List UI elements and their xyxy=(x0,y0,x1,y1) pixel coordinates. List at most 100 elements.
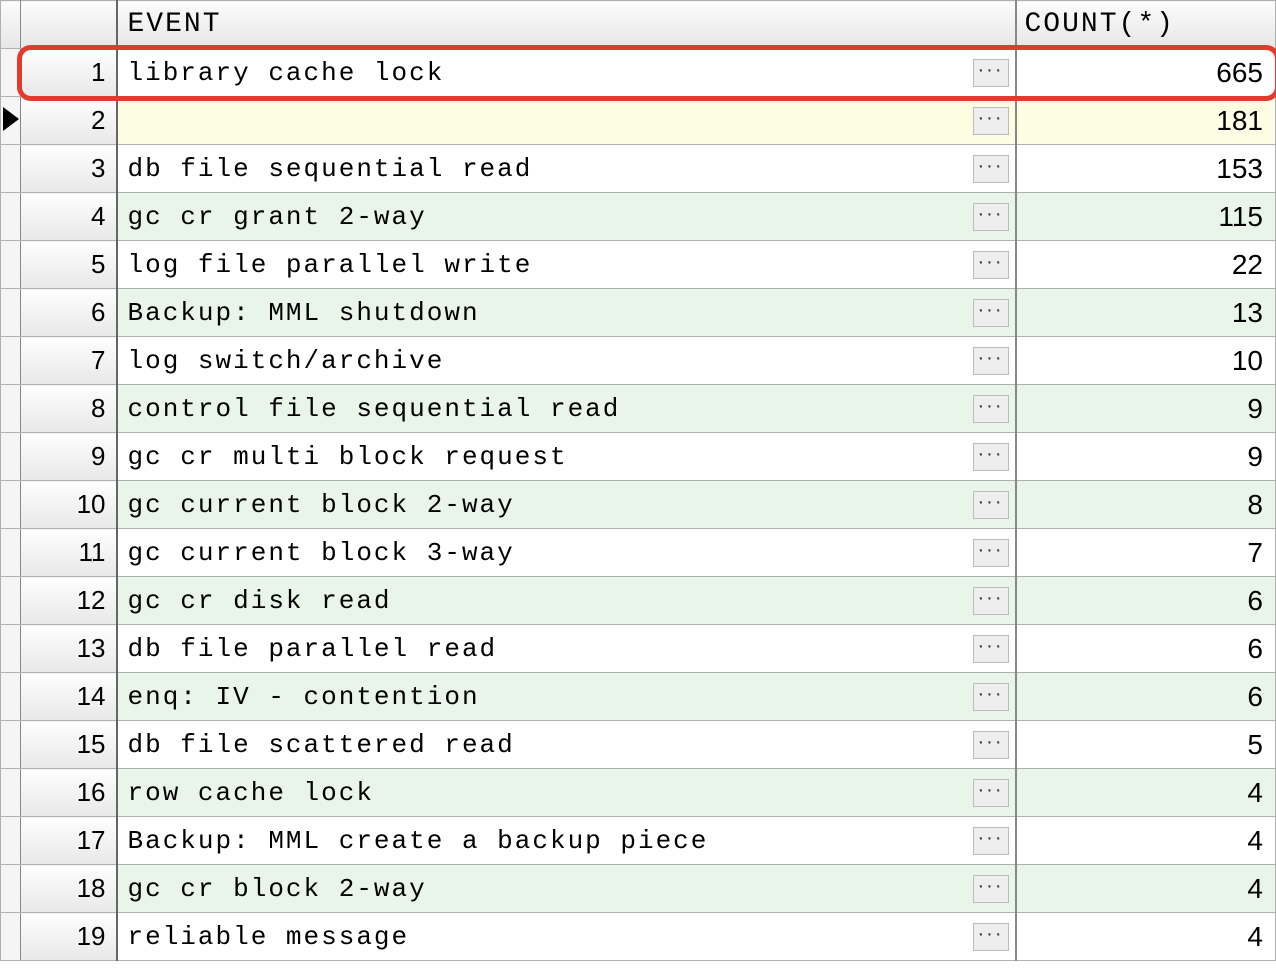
row-number-cell[interactable]: 6 xyxy=(21,289,117,337)
event-cell[interactable]: gc cr multi block request··· xyxy=(117,433,1016,481)
event-cell[interactable]: Backup: MML create a backup piece··· xyxy=(117,817,1016,865)
row-marker xyxy=(1,241,21,289)
table-row[interactable]: 2 ···181 xyxy=(1,97,1276,145)
cell-ellipsis-button[interactable]: ··· xyxy=(973,539,1009,567)
row-number-cell[interactable]: 18 xyxy=(21,865,117,913)
count-cell[interactable]: 9 xyxy=(1016,385,1276,433)
count-cell[interactable]: 5 xyxy=(1016,721,1276,769)
cell-ellipsis-button[interactable]: ··· xyxy=(973,299,1009,327)
column-header-count[interactable]: COUNT(*) xyxy=(1016,1,1276,49)
cell-ellipsis-button[interactable]: ··· xyxy=(973,59,1009,87)
cell-ellipsis-button[interactable]: ··· xyxy=(973,875,1009,903)
table-row[interactable]: 7log switch/archive···10 xyxy=(1,337,1276,385)
row-number-cell[interactable]: 4 xyxy=(21,193,117,241)
event-cell[interactable]: row cache lock··· xyxy=(117,769,1016,817)
cell-ellipsis-button[interactable]: ··· xyxy=(973,491,1009,519)
table-row[interactable]: 1library cache lock···665 xyxy=(1,49,1276,97)
table-row[interactable]: 12gc cr disk read···6 xyxy=(1,577,1276,625)
table-row[interactable]: 10gc current block 2-way···8 xyxy=(1,481,1276,529)
event-cell[interactable]: db file sequential read··· xyxy=(117,145,1016,193)
cell-ellipsis-button[interactable]: ··· xyxy=(973,155,1009,183)
cell-ellipsis-button[interactable]: ··· xyxy=(973,635,1009,663)
count-cell[interactable]: 4 xyxy=(1016,817,1276,865)
event-cell[interactable]: gc current block 2-way··· xyxy=(117,481,1016,529)
row-number-cell[interactable]: 14 xyxy=(21,673,117,721)
event-cell[interactable]: gc cr grant 2-way··· xyxy=(117,193,1016,241)
event-cell[interactable]: db file scattered read··· xyxy=(117,721,1016,769)
row-number-cell[interactable]: 13 xyxy=(21,625,117,673)
event-cell[interactable]: enq: IV - contention··· xyxy=(117,673,1016,721)
row-number-cell[interactable]: 3 xyxy=(21,145,117,193)
cell-ellipsis-button[interactable]: ··· xyxy=(973,587,1009,615)
row-number-cell[interactable]: 1 xyxy=(21,49,117,97)
row-number-cell[interactable]: 7 xyxy=(21,337,117,385)
row-number-cell[interactable]: 15 xyxy=(21,721,117,769)
row-number-cell[interactable]: 10 xyxy=(21,481,117,529)
table-row[interactable]: 13db file parallel read···6 xyxy=(1,625,1276,673)
row-number-cell[interactable]: 11 xyxy=(21,529,117,577)
count-cell[interactable]: 10 xyxy=(1016,337,1276,385)
row-number-cell[interactable]: 2 xyxy=(21,97,117,145)
count-cell[interactable]: 6 xyxy=(1016,577,1276,625)
count-cell[interactable]: 6 xyxy=(1016,673,1276,721)
count-cell[interactable]: 22 xyxy=(1016,241,1276,289)
table-row[interactable]: 6Backup: MML shutdown···13 xyxy=(1,289,1276,337)
event-cell[interactable]: control file sequential read··· xyxy=(117,385,1016,433)
table-row[interactable]: 15db file scattered read···5 xyxy=(1,721,1276,769)
count-cell[interactable]: 4 xyxy=(1016,865,1276,913)
count-cell[interactable]: 181 xyxy=(1016,97,1276,145)
cell-ellipsis-button[interactable]: ··· xyxy=(973,107,1009,135)
count-cell[interactable]: 9 xyxy=(1016,433,1276,481)
event-cell[interactable]: gc cr disk read··· xyxy=(117,577,1016,625)
table-row[interactable]: 5log file parallel write···22 xyxy=(1,241,1276,289)
cell-ellipsis-button[interactable]: ··· xyxy=(973,923,1009,951)
count-cell[interactable]: 4 xyxy=(1016,769,1276,817)
result-grid: EVENT COUNT(*) 1library cache lock···665… xyxy=(0,0,1276,961)
event-cell[interactable]: db file parallel read··· xyxy=(117,625,1016,673)
count-cell[interactable]: 153 xyxy=(1016,145,1276,193)
row-number-cell[interactable]: 19 xyxy=(21,913,117,961)
cell-ellipsis-button[interactable]: ··· xyxy=(973,827,1009,855)
event-cell[interactable]: log file parallel write··· xyxy=(117,241,1016,289)
cell-ellipsis-button[interactable]: ··· xyxy=(973,443,1009,471)
row-number-cell[interactable]: 12 xyxy=(21,577,117,625)
event-cell[interactable]: gc cr block 2-way··· xyxy=(117,865,1016,913)
count-cell[interactable]: 665 xyxy=(1016,49,1276,97)
table-row[interactable]: 18gc cr block 2-way···4 xyxy=(1,865,1276,913)
table-row[interactable]: 19reliable message···4 xyxy=(1,913,1276,961)
count-cell[interactable]: 13 xyxy=(1016,289,1276,337)
table-row[interactable]: 14enq: IV - contention···6 xyxy=(1,673,1276,721)
table-row[interactable]: 8control file sequential read···9 xyxy=(1,385,1276,433)
table-row[interactable]: 3db file sequential read···153 xyxy=(1,145,1276,193)
count-cell[interactable]: 115 xyxy=(1016,193,1276,241)
cell-ellipsis-button[interactable]: ··· xyxy=(973,779,1009,807)
table-row[interactable]: 9gc cr multi block request···9 xyxy=(1,433,1276,481)
count-cell[interactable]: 8 xyxy=(1016,481,1276,529)
table-row[interactable]: 4gc cr grant 2-way···115 xyxy=(1,193,1276,241)
row-number-cell[interactable]: 17 xyxy=(21,817,117,865)
event-cell[interactable]: ··· xyxy=(117,97,1016,145)
cell-ellipsis-button[interactable]: ··· xyxy=(973,347,1009,375)
cell-ellipsis-button[interactable]: ··· xyxy=(973,731,1009,759)
count-cell[interactable]: 7 xyxy=(1016,529,1276,577)
event-cell[interactable]: gc current block 3-way··· xyxy=(117,529,1016,577)
table-row[interactable]: 16row cache lock···4 xyxy=(1,769,1276,817)
cell-ellipsis-button[interactable]: ··· xyxy=(973,251,1009,279)
row-number-header[interactable] xyxy=(21,1,117,49)
count-cell[interactable]: 4 xyxy=(1016,913,1276,961)
row-number-cell[interactable]: 5 xyxy=(21,241,117,289)
event-cell[interactable]: reliable message··· xyxy=(117,913,1016,961)
cell-ellipsis-button[interactable]: ··· xyxy=(973,395,1009,423)
column-header-event[interactable]: EVENT xyxy=(117,1,1016,49)
row-number-cell[interactable]: 8 xyxy=(21,385,117,433)
count-cell[interactable]: 6 xyxy=(1016,625,1276,673)
event-cell[interactable]: library cache lock··· xyxy=(117,49,1016,97)
table-row[interactable]: 17Backup: MML create a backup piece···4 xyxy=(1,817,1276,865)
row-number-cell[interactable]: 9 xyxy=(21,433,117,481)
row-number-cell[interactable]: 16 xyxy=(21,769,117,817)
event-cell[interactable]: log switch/archive··· xyxy=(117,337,1016,385)
table-row[interactable]: 11gc current block 3-way···7 xyxy=(1,529,1276,577)
cell-ellipsis-button[interactable]: ··· xyxy=(973,203,1009,231)
cell-ellipsis-button[interactable]: ··· xyxy=(973,683,1009,711)
event-cell[interactable]: Backup: MML shutdown··· xyxy=(117,289,1016,337)
